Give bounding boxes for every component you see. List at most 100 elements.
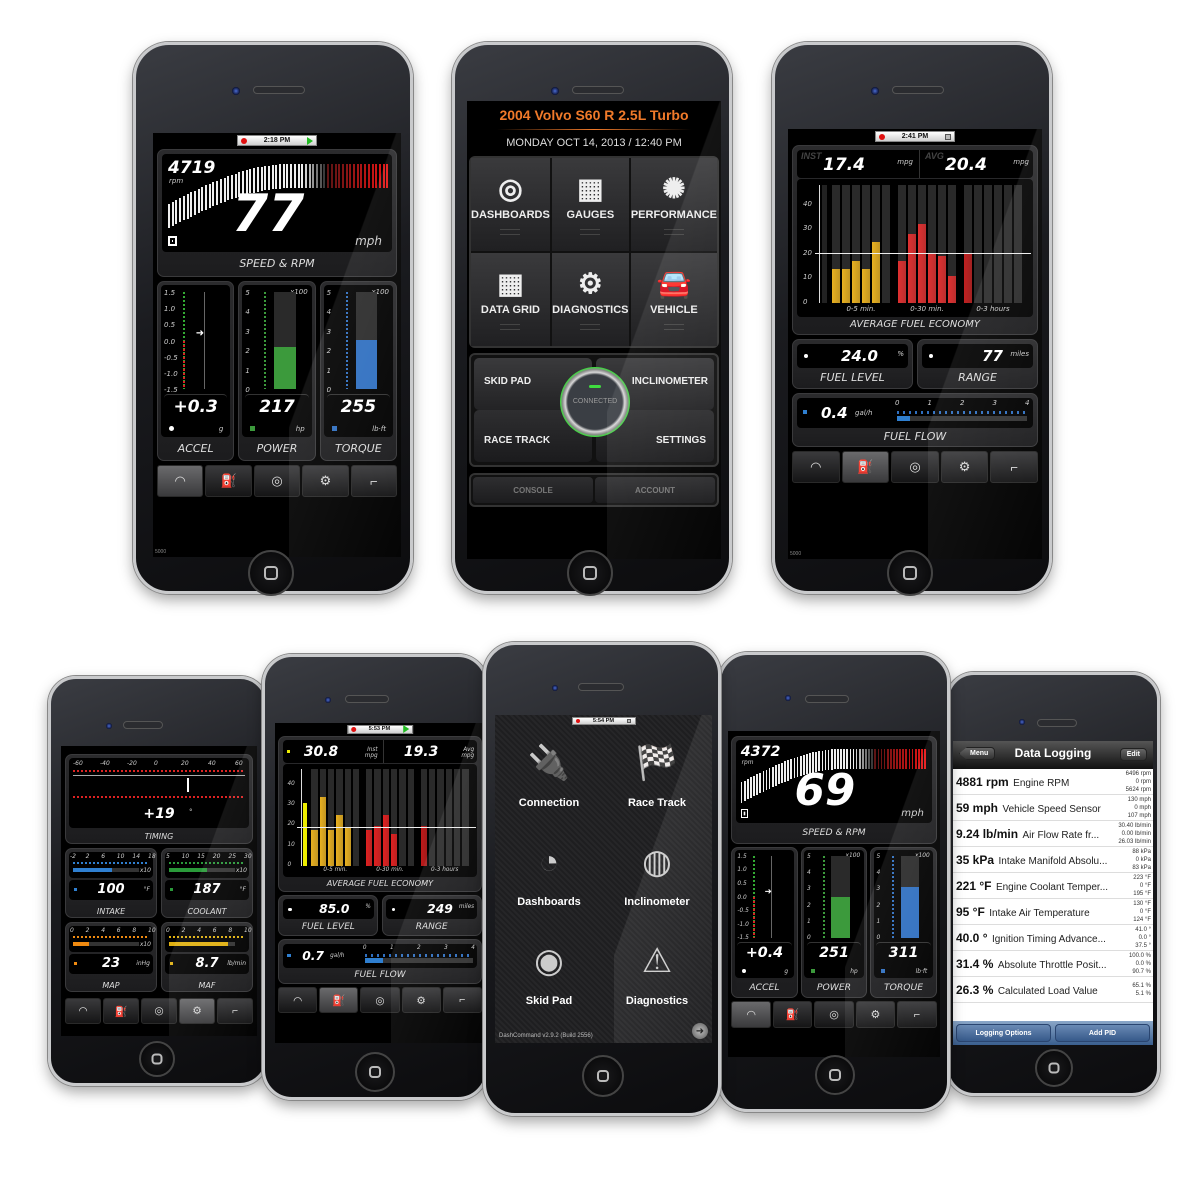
maf-gauge: 0 2 4 6 8 10 8.7 lb/min MAF — [161, 922, 253, 992]
rpm-segment — [886, 748, 889, 770]
app-dashboards[interactable]: ◔ Dashboards — [503, 836, 595, 926]
gauge-tab-icon: ◠ — [810, 459, 822, 474]
engine-tab-icon: ⚙ — [192, 1006, 202, 1017]
fuel-economy-panel: 30.8 Inst mpg 19.3 Avg mpg 40 30 20 10 0 0-5 min.… — [278, 736, 482, 892]
data-log-row[interactable]: 31.4 % Absolute Throttle Posit... 100.0 %… — [953, 951, 1153, 977]
tab-fuel-nozzle[interactable]: ⌐ — [990, 451, 1038, 483]
tab-fuel-nozzle[interactable]: ⌐ — [442, 987, 482, 1014]
home-button[interactable] — [139, 1041, 175, 1077]
tab-engine[interactable]: ⚙ — [179, 998, 215, 1024]
pid-name: Intake Air Temperature — [989, 907, 1090, 919]
account-button[interactable]: ACCOUNT — [595, 477, 715, 503]
tab-caption: 5000 — [790, 551, 802, 557]
console-button[interactable]: CONSOLE — [473, 477, 593, 503]
rpm-segment — [874, 748, 877, 770]
menu-item-diagnostics[interactable]: ⚙ DIAGNOSTICS — [551, 253, 629, 346]
data-log-row[interactable]: 40.0 ° Ignition Timing Advance... 41.0 ° 0… — [953, 925, 1153, 951]
tab-gauge[interactable]: ◠ — [731, 1001, 771, 1029]
app-inclinometer[interactable]: ◍ Inclinometer — [611, 836, 703, 926]
tab-fuel-pump[interactable]: ⛽ — [103, 998, 139, 1024]
tab-fuel-pump[interactable]: ⛽ — [205, 465, 252, 497]
data-log-row[interactable]: 4881 rpm Engine RPM 6496 rpm 0 rpm 5624 rpm — [953, 769, 1153, 795]
grip-icon — [500, 323, 521, 330]
home-button[interactable] — [248, 550, 294, 596]
tab-engine[interactable]: ⚙ — [401, 987, 441, 1014]
economy-bar — [366, 829, 373, 866]
tick-label: 1 — [876, 919, 881, 926]
accel-display: 1.5 1.0 0.5 0.0 -0.5 -1.0 -1.5 ➜ +0.4 g — [734, 850, 795, 979]
tab-gauge[interactable]: ◠ — [278, 987, 318, 1014]
tab-gauge[interactable]: ◠ — [157, 465, 204, 497]
screen: 2004 Volvo S60 R 2.5L Turbo MONDAY OCT 1… — [467, 101, 721, 559]
tab-steering-wheel[interactable]: ◎ — [814, 1001, 854, 1029]
rpm-segment — [193, 190, 196, 215]
tab-fuel-pump[interactable]: ⛽ — [319, 987, 359, 1014]
speed-rpm-display: 4372 rpm 69 mph — [735, 740, 933, 823]
tab-gauge[interactable]: ◠ — [792, 451, 840, 483]
rpm-segment — [349, 164, 352, 189]
home-button[interactable] — [887, 550, 933, 596]
mpg-header: 30.8 Inst mpg 19.3 Avg mpg — [282, 740, 478, 764]
app-skid-pad[interactable]: ◉ Skid Pad — [503, 935, 595, 1025]
logging-options-button[interactable]: Logging Options — [956, 1024, 1051, 1042]
home-button[interactable] — [582, 1055, 624, 1097]
tab-steering-wheel[interactable]: ◎ — [360, 987, 400, 1014]
edit-button[interactable]: Edit — [1119, 748, 1147, 761]
home-button[interactable] — [567, 550, 613, 596]
economy-bar — [382, 815, 389, 866]
fuel-flow-swatch — [287, 953, 291, 957]
app-label: Diagnostics — [625, 995, 689, 1007]
rpm-segment — [774, 765, 777, 786]
home-button[interactable] — [815, 1055, 855, 1095]
tick-label: 1 — [326, 366, 332, 375]
tab-engine[interactable]: ⚙ — [302, 465, 349, 497]
tab-engine[interactable]: ⚙ — [855, 1001, 896, 1029]
tick-label: 30 — [244, 853, 252, 860]
screen: 2:18 PM 4719 rpm 77 mph SPEED & RPM 1.5 1.0 0.5 0… — [153, 133, 401, 557]
bar-slot — [399, 769, 406, 866]
tab-gauge[interactable]: ◠ — [65, 998, 101, 1024]
tab-steering-wheel[interactable]: ◎ — [891, 451, 939, 483]
connected-button[interactable]: CONNECTED — [560, 367, 630, 437]
fuel-flow-value: 0.4 — [821, 404, 848, 422]
menu-item-performance[interactable]: ✺ PERFORMANCE — [630, 158, 717, 251]
tab-steering-wheel[interactable]: ◎ — [253, 465, 301, 497]
tab-fuel-pump[interactable]: ⛽ — [772, 1001, 813, 1029]
data-log-row[interactable]: 59 mph Vehicle Speed Sensor 130 mph 0 mph 1… — [953, 795, 1153, 821]
tab-fuel-nozzle[interactable]: ⌐ — [897, 1001, 937, 1029]
home-button[interactable] — [355, 1052, 395, 1092]
tick-label: 5 — [806, 853, 811, 860]
data-log-row[interactable]: 26.3 % Calculated Load Value 65.1 % 5.1 % — [953, 977, 1153, 1003]
home-button[interactable] — [1035, 1049, 1073, 1087]
data-log-row[interactable]: 221 °F Engine Coolant Temper... 223 °F 0 °… — [953, 873, 1153, 899]
next-arrow-button[interactable]: ➜ — [692, 1023, 708, 1039]
tab-fuel-pump[interactable]: ⛽ — [841, 451, 890, 483]
add-pid-button[interactable]: Add PID — [1055, 1024, 1150, 1042]
torque-gauge: 5 4 3 2 1 0 x100 311 lb·ft TORQUE — [870, 846, 937, 999]
tab-engine[interactable]: ⚙ — [940, 451, 989, 483]
phone-speed-rpm: 2:18 PM 4719 rpm 77 mph SPEED & RPM 1.5 1.0 0.5 0… — [133, 42, 413, 596]
flow-tick-label: 2 — [417, 944, 421, 951]
menu-item-data-grid[interactable]: ▦ DATA GRID — [471, 253, 550, 346]
menu-item-dashboards[interactable]: ◎ DASHBOARDS — [471, 158, 550, 251]
app-connection[interactable]: 🔌 Connection — [503, 737, 595, 827]
menu-item-vehicle[interactable]: 🚘 VEHICLE — [630, 253, 717, 346]
stop-icon — [626, 718, 632, 724]
data-log-row[interactable]: 95 °F Intake Air Temperature 130 °F 0 °F 12… — [953, 899, 1153, 925]
tab-fuel-nozzle[interactable]: ⌐ — [350, 465, 398, 497]
app-race-track[interactable]: 🏁 Race Track — [611, 737, 703, 827]
data-log-row[interactable]: 9.24 lb/min Air Flow Rate fr... 30.40 lb/… — [953, 821, 1153, 847]
menu-item-gauges[interactable]: ▦ GAUGES — [551, 158, 629, 251]
gauge-tab-icon: ◠ — [174, 473, 186, 488]
settings-label: SETTINGS — [655, 435, 706, 446]
fuel-level-unit: % — [897, 350, 904, 358]
fuel-flow-gauge: 0.4 gal/h 0 1 2 3 4 FUEL FLOW — [792, 393, 1038, 447]
pid-name: Calculated Load Value — [997, 985, 1098, 997]
data-log-row[interactable]: 35 kPa Intake Manifold Absolu... 88 kPa 0 … — [953, 847, 1153, 873]
tab-fuel-nozzle[interactable]: ⌐ — [217, 998, 253, 1024]
tab-steering-wheel[interactable]: ◎ — [141, 998, 177, 1024]
flow-fill — [897, 416, 910, 421]
app-diagnostics[interactable]: ⚠ Diagnostics — [611, 935, 703, 1025]
pid-name: Engine Coolant Temper... — [995, 881, 1109, 893]
rpm-segment — [759, 772, 762, 794]
